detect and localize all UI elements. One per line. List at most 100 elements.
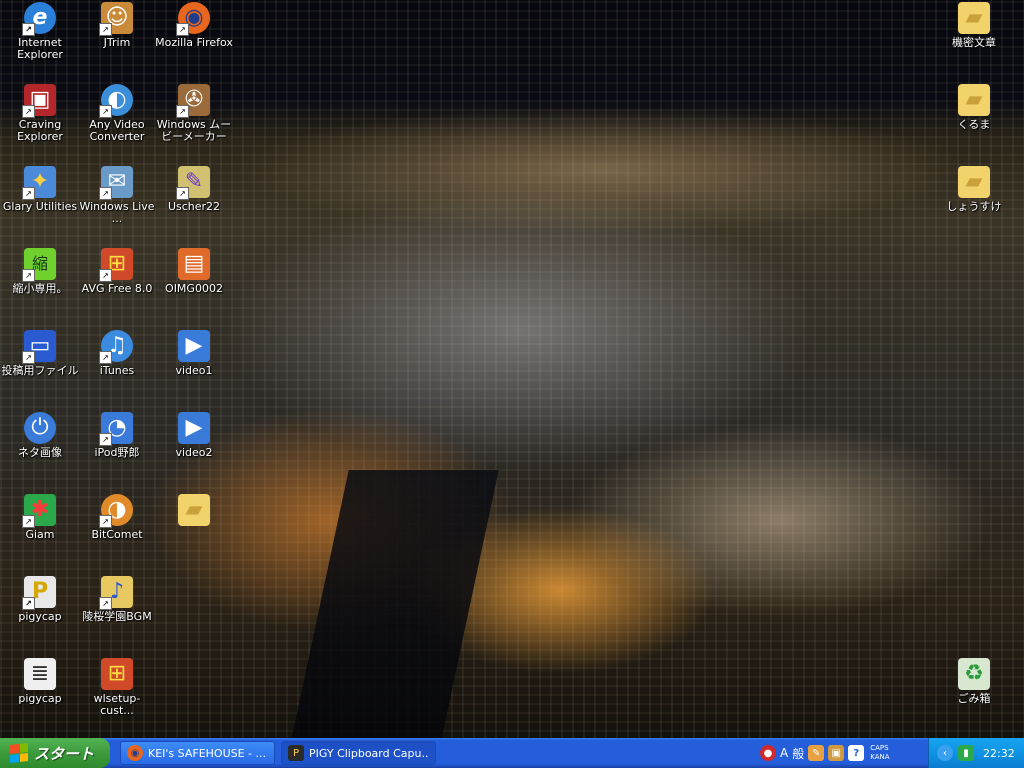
icon-label: JTrim	[103, 36, 131, 49]
icon-label: くるま	[957, 118, 991, 131]
jtrim-icon: ☺ ↗	[99, 2, 133, 36]
icon-label: 機密文章	[952, 36, 996, 49]
ipod-icon: ◔ ↗	[99, 412, 133, 446]
icon-label: Any Video Converter	[89, 118, 145, 143]
shortcut-arrow-icon: ↗	[22, 351, 35, 364]
glary-utilities-icon: ✦ ↗	[22, 166, 56, 200]
desktop-icon-kuruma[interactable]: ▰ くるま	[934, 84, 1014, 131]
taskbar-button-firefox[interactable]: ◉ KEI's SAFEHOUSE - ...	[120, 741, 275, 765]
uscher-icon: ✎ ↗	[176, 166, 210, 200]
desktop-icon-ryouou-bgm[interactable]: ♪ ↗ 陵桜学園BGM	[77, 576, 157, 623]
icon-label: ごみ箱	[957, 692, 991, 705]
folder-app-icon: ▭ ↗	[22, 330, 56, 364]
desktop[interactable]: e ↗ Internet Explorer ▣ ↗ Craving Explorer…	[0, 0, 1024, 768]
icon-label: Glary Utilities	[2, 200, 78, 213]
task-label: PIGY Clipboard Capu...	[309, 746, 429, 760]
shortcut-arrow-icon: ↗	[99, 597, 112, 610]
icon-label: しょうすけ	[946, 200, 1002, 213]
desktop-icon-recycle-bin[interactable]: ♻ ごみ箱	[934, 658, 1014, 705]
desktop-icon-neta-gazou[interactable]: ⏻ ネタ画像	[0, 412, 80, 459]
ime-tools-icon[interactable]: ▣	[828, 745, 845, 761]
icon-label: OIMG0002	[165, 282, 223, 295]
shortcut-arrow-icon: ↗	[99, 351, 112, 364]
help-icon[interactable]: ?	[848, 745, 865, 761]
clock[interactable]: 22:32	[983, 747, 1015, 760]
desktop-icon-glary-utilities[interactable]: ✦ ↗ Glary Utilities	[0, 166, 80, 213]
icon-label: Craving Explorer	[17, 118, 63, 143]
ime-mode[interactable]: A	[780, 746, 788, 760]
desktop-icon-video2[interactable]: ▶ video2	[154, 412, 234, 459]
chevron-left-icon[interactable]: ‹	[937, 745, 953, 761]
desktop-icon-pigycap[interactable]: P ↗ pigycap	[0, 576, 80, 623]
desktop-icon-itunes[interactable]: ♫ ↗ iTunes	[77, 330, 157, 377]
icon-label: Giam	[25, 528, 55, 541]
itunes-icon: ♫ ↗	[99, 330, 133, 364]
desktop-icon-bitcomet[interactable]: ◑ ↗ BitComet	[77, 494, 157, 541]
icon-label: Windows Live ...	[79, 200, 155, 225]
internet-explorer-icon: e ↗	[22, 2, 56, 36]
desktop-icon-any-video-converter[interactable]: ◐ ↗ Any Video Converter	[77, 84, 157, 143]
desktop-icon-giam[interactable]: ✱ ↗ Giam	[0, 494, 80, 541]
shortcut-arrow-icon: ↗	[176, 187, 189, 200]
icon-label: ネタ画像	[18, 446, 62, 459]
shortcut-arrow-icon: ↗	[99, 105, 112, 118]
start-button[interactable]: スタート	[0, 738, 110, 768]
icon-label: Uscher22	[167, 200, 221, 213]
shukushou-icon: 縮 ↗	[22, 248, 56, 282]
firefox-icon: ◉	[127, 745, 143, 761]
folder-icon: ▰	[958, 166, 990, 198]
icon-label: pigycap	[18, 610, 62, 623]
stop-icon[interactable]: ●	[760, 745, 776, 761]
desktop-icon-shukushou[interactable]: 縮 ↗ 縮小専用。	[0, 248, 80, 295]
icon-label: wlsetup-cust...	[93, 692, 141, 717]
shortcut-arrow-icon: ↗	[99, 23, 112, 36]
shortcut-arrow-icon: ↗	[176, 105, 189, 118]
desktop-icon-jtrim[interactable]: ☺ ↗ JTrim	[77, 2, 157, 49]
desktop-icon-internet-explorer[interactable]: e ↗ Internet Explorer	[0, 2, 80, 61]
icon-label: iPod野郎	[94, 446, 140, 459]
shortcut-arrow-icon: ↗	[99, 269, 112, 282]
desktop-icon-shousuke[interactable]: ▰ しょうすけ	[934, 166, 1014, 213]
input-mode[interactable]: 般	[792, 745, 804, 762]
craving-explorer-icon: ▣ ↗	[22, 84, 56, 118]
desktop-icon-video1[interactable]: ▶ video1	[154, 330, 234, 377]
desktop-icon-toukou-file[interactable]: ▭ ↗ 投稿用ファイル	[0, 330, 80, 377]
task-label: KEI's SAFEHOUSE - ...	[148, 746, 267, 760]
caps-kana-indicator: CAPS KANA	[870, 744, 889, 762]
icon-label: pigycap	[18, 692, 62, 705]
kana-label: KANA	[870, 753, 890, 761]
desktop-icon-movie-maker[interactable]: ✇ ↗ Windows ムービーメーカー	[154, 84, 234, 143]
shortcut-arrow-icon: ↗	[22, 23, 35, 36]
desktop-icon-windows-live[interactable]: ✉ ↗ Windows Live ...	[77, 166, 157, 225]
desktop-icon-kimitsu-bunshou[interactable]: ▰ 機密文章	[934, 2, 1014, 49]
ime-pad-icon[interactable]: ✎	[808, 745, 825, 761]
icon-label: Mozilla Firefox	[155, 36, 233, 49]
start-label: スタート	[34, 744, 95, 763]
battery-icon[interactable]: ▮	[958, 745, 974, 761]
desktop-icon-oimg0002[interactable]: ▤ OIMG0002	[154, 248, 234, 295]
desktop-icon-pigycap-text[interactable]: ≣ pigycap	[0, 658, 80, 705]
pigycap-icon: P	[288, 745, 304, 761]
desktop-icon-uscher[interactable]: ✎ ↗ Uscher22	[154, 166, 234, 213]
desktop-icon-folder[interactable]: ▰	[154, 494, 234, 529]
desktop-icon-wlsetup[interactable]: ⊞ wlsetup-cust...	[77, 658, 157, 717]
taskbar-button-pigycap[interactable]: P PIGY Clipboard Capu...	[281, 741, 436, 765]
icon-label: Internet Explorer	[17, 36, 63, 61]
movie-maker-icon: ✇ ↗	[176, 84, 210, 118]
bitcomet-icon: ◑ ↗	[99, 494, 133, 528]
desktop-icon-craving-explorer[interactable]: ▣ ↗ Craving Explorer	[0, 84, 80, 143]
caps-label: CAPS	[870, 744, 889, 752]
desktop-icon-firefox[interactable]: ◉ ↗ Mozilla Firefox	[154, 2, 234, 49]
music-folder-icon: ♪ ↗	[99, 576, 133, 610]
desktop-icon-ipod[interactable]: ◔ ↗ iPod野郎	[77, 412, 157, 459]
icon-label: video2	[175, 446, 213, 459]
video-file-icon: ▶	[178, 412, 210, 444]
giam-icon: ✱ ↗	[22, 494, 56, 528]
icon-label: BitComet	[91, 528, 143, 541]
pigycap-icon: P ↗	[22, 576, 56, 610]
icon-label: AVG Free 8.0	[81, 282, 153, 295]
desktop-icon-avg-free[interactable]: ⊞ ↗ AVG Free 8.0	[77, 248, 157, 295]
recycle-bin-icon: ♻	[958, 658, 990, 690]
notification-area: ‹ ▮ 22:32	[928, 738, 1024, 768]
language-bar[interactable]: A 般	[780, 745, 804, 762]
